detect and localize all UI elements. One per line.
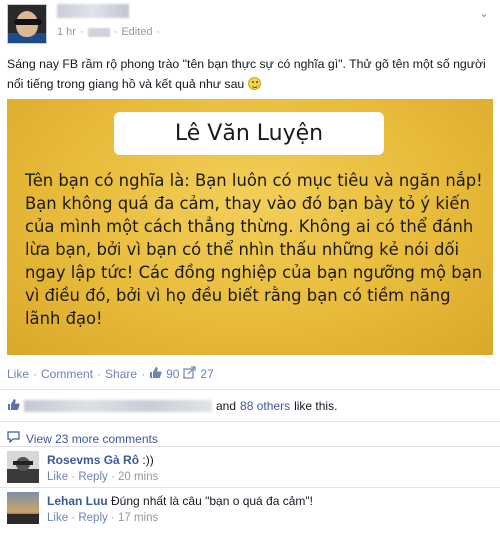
post-meta: 1 hr · · Edited · xyxy=(57,26,161,38)
commenter-avatar[interactable] xyxy=(7,492,39,524)
divider xyxy=(0,446,500,447)
comment-author[interactable]: Lehan Luu xyxy=(47,494,108,508)
comment-reply-link[interactable]: Reply xyxy=(78,512,107,524)
divider xyxy=(0,421,500,422)
post-image[interactable]: Lê Văn Luyện Tên bạn có nghĩa là: Bạn lu… xyxy=(7,99,493,355)
author-name-redacted[interactable] xyxy=(57,4,129,18)
likes-suffix: like this. xyxy=(294,399,338,413)
comment-time[interactable]: 20 mins xyxy=(118,471,158,483)
likes-others-link[interactable]: 88 others xyxy=(240,399,290,413)
post-body: Sáng nay FB rầm rộ phong trào "tên bạn t… xyxy=(7,57,486,91)
post-actions: Like · Comment · Share · 90 27 xyxy=(7,366,214,382)
image-name-plate: Lê Văn Luyện xyxy=(114,112,384,155)
like-count[interactable]: 90 xyxy=(166,367,179,381)
comment-reply-link[interactable]: Reply xyxy=(78,471,107,483)
divider xyxy=(0,389,500,390)
comment-author[interactable]: Rosevms Gà Rô xyxy=(47,453,139,467)
comment-text: :)) xyxy=(142,453,154,467)
view-more-label[interactable]: View 23 more comments xyxy=(26,432,158,446)
comment-time[interactable]: 17 mins xyxy=(118,512,158,524)
like-link[interactable]: Like xyxy=(7,367,29,381)
edited-label[interactable]: Edited xyxy=(121,26,152,38)
thumbs-up-icon xyxy=(7,398,20,414)
comment-like-link[interactable]: Like xyxy=(47,512,68,524)
likers-redacted[interactable] xyxy=(24,400,212,412)
audience-redacted xyxy=(87,27,110,37)
comment-bubble-icon xyxy=(7,431,20,446)
post-text: Sáng nay FB rầm rộ phong trào "tên bạn t… xyxy=(7,54,495,94)
smiley-emoticon-icon xyxy=(247,77,261,90)
comment-text: Đúng nhất là câu "bạn o quá đa cảm"! xyxy=(111,494,314,508)
likes-and: and xyxy=(216,399,237,413)
comment: Lehan Luu Đúng nhất là câu "bạn o quá đa… xyxy=(7,492,493,530)
thumbs-up-icon[interactable] xyxy=(149,366,162,382)
likes-summary: and 88 others like this. xyxy=(7,398,493,414)
author-avatar[interactable] xyxy=(7,4,47,44)
image-result-text: Tên bạn có nghĩa là: Bạn luôn có mục tiê… xyxy=(25,171,483,328)
comment: Rosevms Gà Rô :)) Like · Reply · 20 mins xyxy=(7,451,493,489)
commenter-avatar[interactable] xyxy=(7,451,39,483)
post-header: 1 hr · · Edited · ⌄ xyxy=(7,4,493,46)
post-time[interactable]: 1 hr xyxy=(57,26,76,38)
share-icon[interactable] xyxy=(183,366,197,382)
chevron-down-icon[interactable]: ⌄ xyxy=(477,6,491,20)
share-count[interactable]: 27 xyxy=(200,367,213,381)
share-link[interactable]: Share xyxy=(105,367,137,381)
comment-like-link[interactable]: Like xyxy=(47,471,68,483)
divider xyxy=(0,487,500,488)
view-more-comments[interactable]: View 23 more comments xyxy=(7,431,158,446)
comment-link[interactable]: Comment xyxy=(41,367,93,381)
